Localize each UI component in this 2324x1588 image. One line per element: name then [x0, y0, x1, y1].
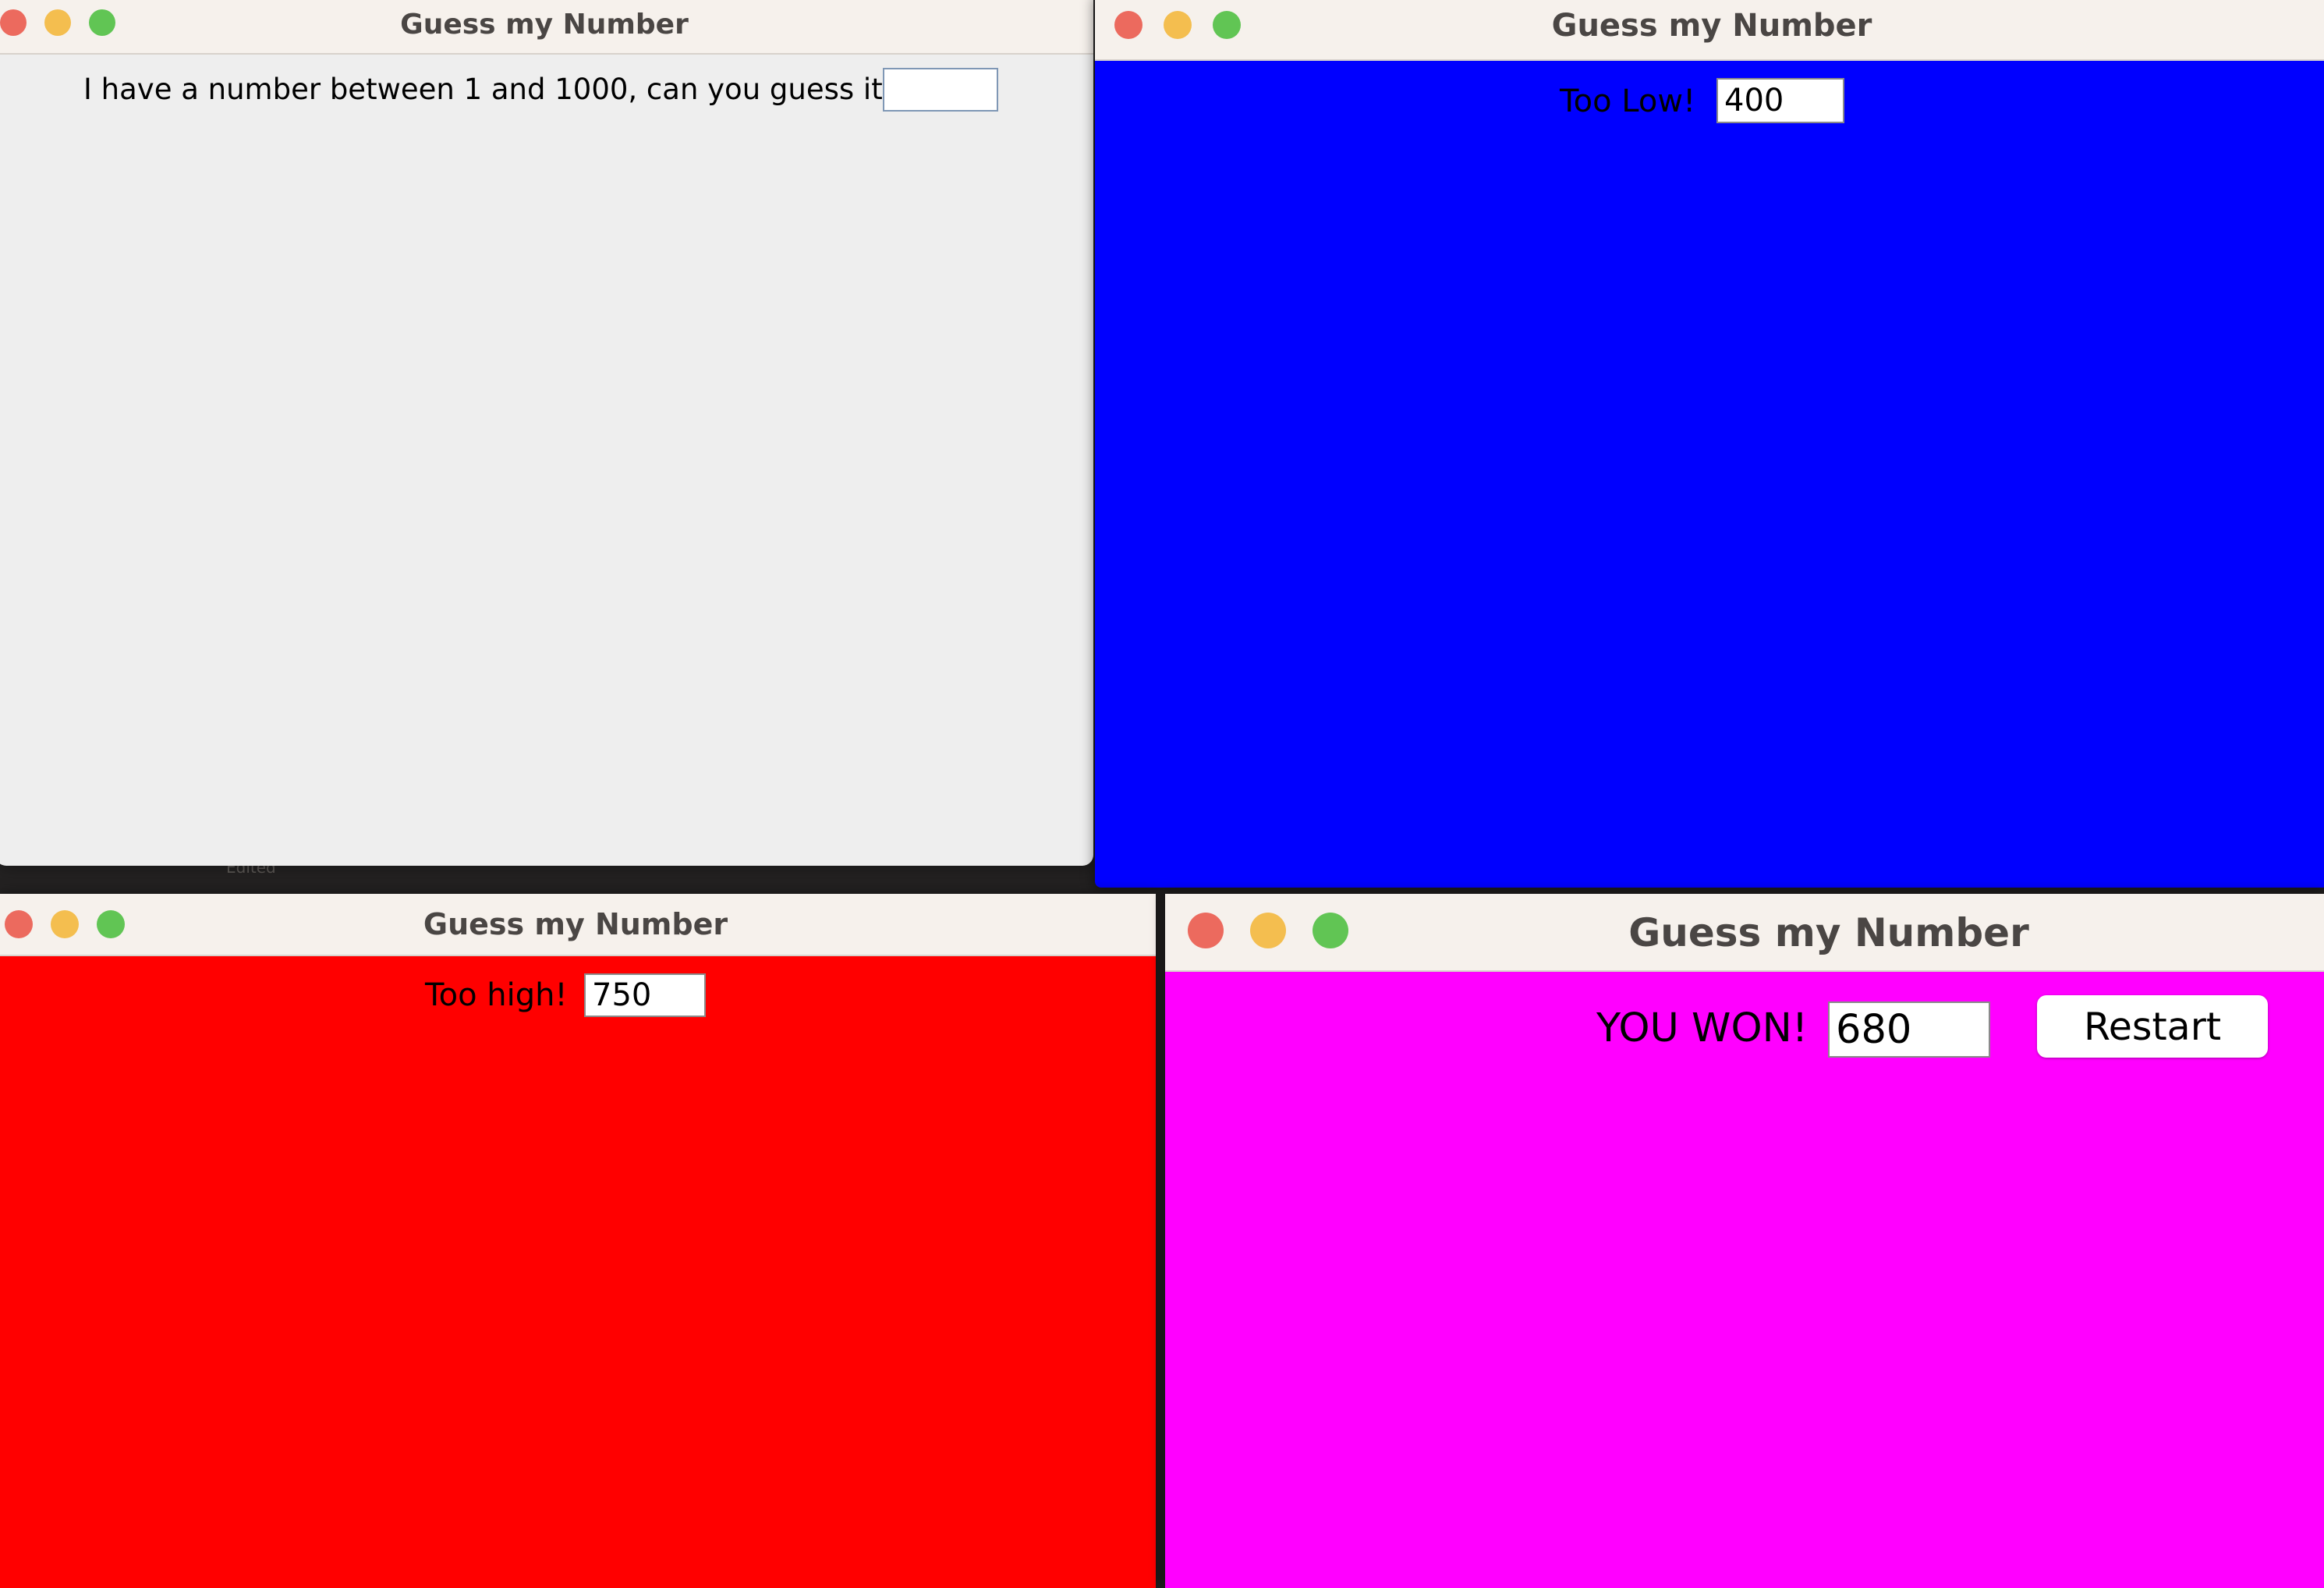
prompt-label: Too Low! — [1560, 83, 1696, 119]
window-too-high: Guess my Number Too high! — [0, 894, 1156, 1588]
content-panel: Too high! — [0, 956, 1156, 1588]
titlebar[interactable]: Guess my Number — [1095, 0, 2324, 61]
content-panel: Too Low! — [1095, 61, 2324, 888]
content-panel: I have a number between 1 and 1000, can … — [0, 55, 1093, 866]
titlebar[interactable]: Guess my Number — [0, 894, 1156, 956]
prompt-label: Too high! — [425, 977, 568, 1013]
window-too-low: Guess my Number Too Low! — [1095, 0, 2324, 888]
titlebar[interactable]: Guess my Number — [1165, 894, 2324, 972]
guess-input[interactable] — [1828, 1001, 1990, 1058]
window-won: Guess my Number YOU WON! Restart — [1165, 894, 2324, 1588]
window-title: Guess my Number — [1551, 8, 1872, 44]
window-initial: Guess my Number I have a number between … — [0, 0, 1093, 866]
titlebar[interactable]: Guess my Number — [0, 0, 1093, 55]
window-title: Guess my Number — [1628, 910, 2029, 955]
prompt-label: I have a number between 1 and 1000, can … — [83, 73, 898, 106]
content-panel: YOU WON! Restart — [1165, 972, 2324, 1588]
guess-input[interactable] — [1716, 78, 1844, 123]
guess-input[interactable] — [883, 68, 998, 112]
window-title: Guess my Number — [400, 9, 689, 41]
restart-button[interactable]: Restart — [2037, 995, 2268, 1058]
prompt-label: YOU WON! — [1596, 1005, 1809, 1051]
window-title: Guess my Number — [423, 907, 728, 941]
guess-input[interactable] — [584, 973, 706, 1017]
